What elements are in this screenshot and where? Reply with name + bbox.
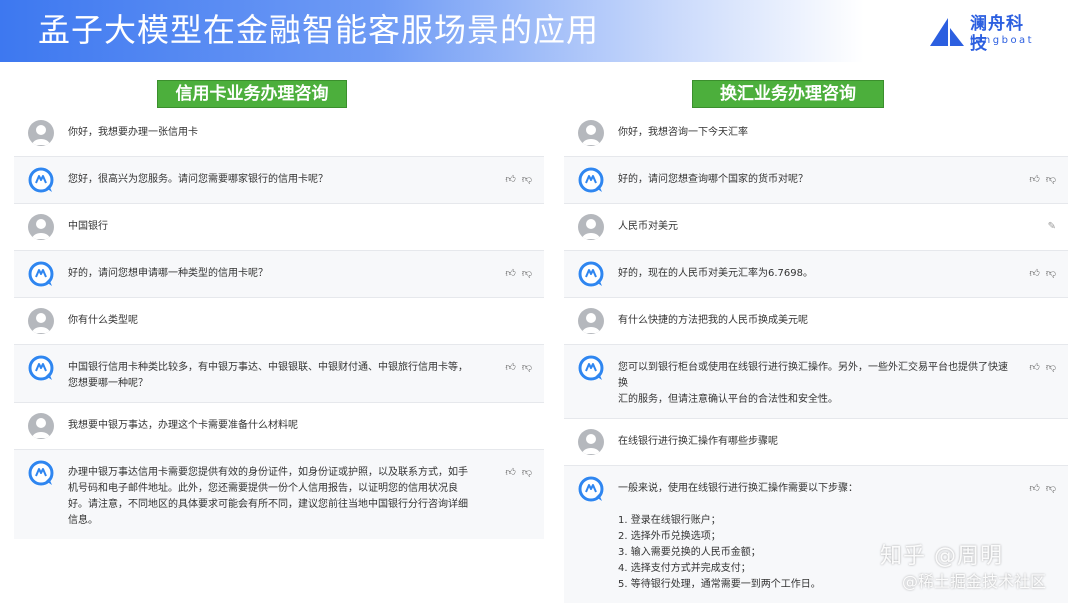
message-text: 你好，我想要办理一张信用卡 [68, 127, 198, 138]
header-banner: 孟子大模型在金融智能客服场景的应用 澜舟科技 langboat [0, 0, 1080, 62]
bot-avatar-icon [578, 167, 604, 193]
bot-message: 好的，现在的人民币对美元汇率为6.7698。 👍︎ 👎︎ [564, 250, 1068, 297]
message-text: 你好，我想咨询一下今天汇率 [618, 127, 748, 138]
message-text: 人民币对美元 [618, 221, 678, 232]
user-message: 有什么快捷的方法把我的人民币换成美元呢 [564, 297, 1068, 344]
bot-message: 您好，很高兴为您服务。请问您需要哪家银行的信用卡呢？ 👍︎ 👎︎ [14, 156, 544, 203]
message-text: 您可以到银行柜台或使用在线银行进行换汇操作。另外，一些外汇交易平台也提供了快速换… [618, 362, 1008, 405]
thumbs-down-icon[interactable]: 👎︎ [1046, 362, 1056, 374]
feedback-actions: 👍︎ 👎︎ [1029, 167, 1056, 186]
left-panel-title: 信用卡业务办理咨询 [157, 80, 347, 108]
thumbs-down-icon[interactable]: 👎︎ [1046, 268, 1056, 280]
thumbs-up-icon[interactable]: 👍︎ [1029, 174, 1039, 186]
thumbs-up-icon[interactable]: 👍︎ [1029, 268, 1039, 280]
watermark-juejin: @稀土掘金技术社区 [902, 572, 1047, 591]
thumbs-down-icon[interactable]: 👎︎ [1046, 174, 1056, 186]
user-avatar-icon [578, 308, 604, 334]
message-text: 中国银行信用卡种类比较多，有中银万事达、中银银联、中银财付通、中银旅行信用卡等，… [68, 362, 468, 389]
right-chat-panel: 你好，我想咨询一下今天汇率好的，请问您想查询哪个国家的货币对呢？ 👍︎ 👎︎ 人民币对… [564, 110, 1068, 603]
user-avatar-icon [28, 413, 54, 439]
thumbs-up-icon[interactable]: 👍︎ [505, 467, 515, 479]
feedback-actions: 👍︎ 👎︎ [1029, 355, 1056, 374]
bot-message: 中国银行信用卡种类比较多，有中银万事达、中银银联、中银财付通、中银旅行信用卡等，… [14, 344, 544, 402]
company-logo: 澜舟科技 langboat [928, 14, 1040, 54]
thumbs-up-icon[interactable]: 👍︎ [505, 174, 515, 186]
logo-text-en: langboat [970, 35, 1035, 46]
right-panel-title: 换汇业务办理咨询 [692, 80, 884, 108]
thumbs-down-icon[interactable]: 👎︎ [522, 174, 532, 186]
edit-icon[interactable]: ✎ [1048, 214, 1056, 232]
message-text: 办理中银万事达信用卡需要您提供有效的身份证件，如身份证或护照，以及联系方式，如手… [68, 467, 468, 526]
feedback-actions: 👍︎ 👎︎ [505, 355, 532, 374]
message-text: 我想要中银万事达，办理这个卡需要准备什么材料呢 [68, 420, 298, 431]
logo-text-cn: 澜舟科技 [970, 14, 1024, 54]
message-text: 有什么快捷的方法把我的人民币换成美元呢 [618, 315, 808, 326]
bot-avatar-icon [28, 261, 54, 287]
message-text: 好的，请问您想查询哪个国家的货币对呢？ [618, 174, 808, 185]
user-message: 中国银行 [14, 203, 544, 250]
feedback-actions: 👍︎ 👎︎ [1029, 261, 1056, 280]
thumbs-up-icon[interactable]: 👍︎ [505, 362, 515, 374]
user-avatar-icon [578, 120, 604, 146]
message-text: 您好，很高兴为您服务。请问您需要哪家银行的信用卡呢？ [68, 174, 328, 185]
thumbs-down-icon[interactable]: 👎︎ [522, 268, 532, 280]
user-avatar-icon [28, 308, 54, 334]
thumbs-up-icon[interactable]: 👍︎ [1029, 362, 1039, 374]
feedback-actions: 👍︎ 👎︎ [505, 167, 532, 186]
bot-avatar-icon [28, 355, 54, 381]
bot-message: 好的，请问您想查询哪个国家的货币对呢？ 👍︎ 👎︎ [564, 156, 1068, 203]
user-message: 人民币对美元 ✎ [564, 203, 1068, 250]
feedback-actions: 👍︎ 👎︎ [1029, 476, 1056, 495]
bot-avatar-icon [578, 476, 604, 502]
user-avatar-icon [28, 214, 54, 240]
user-message: 你有什么类型呢 [14, 297, 544, 344]
user-avatar-icon [578, 429, 604, 455]
left-chat-panel: 你好，我想要办理一张信用卡您好，很高兴为您服务。请问您需要哪家银行的信用卡呢？ 👍… [14, 110, 544, 539]
thumbs-down-icon[interactable]: 👎︎ [522, 362, 532, 374]
user-message: 我想要中银万事达，办理这个卡需要准备什么材料呢 [14, 402, 544, 449]
logo-mark-icon [930, 18, 964, 46]
thumbs-up-icon[interactable]: 👍︎ [505, 268, 515, 280]
message-text: 在线银行进行换汇操作有哪些步骤呢 [618, 436, 778, 447]
user-message: 你好，我想要办理一张信用卡 [14, 110, 544, 156]
thumbs-up-icon[interactable]: 👍︎ [1029, 483, 1039, 495]
page-title: 孟子大模型在金融智能客服场景的应用 [38, 11, 600, 49]
thumbs-down-icon[interactable]: 👎︎ [1046, 483, 1056, 495]
message-text: 你有什么类型呢 [68, 315, 138, 326]
bot-avatar-icon [28, 460, 54, 486]
message-text: 好的，现在的人民币对美元汇率为6.7698。 [618, 268, 813, 279]
user-avatar-icon [578, 214, 604, 240]
bot-message: 好的，请问您想申请哪一种类型的信用卡呢？ 👍︎ 👎︎ [14, 250, 544, 297]
bot-message: 您可以到银行柜台或使用在线银行进行换汇操作。另外，一些外汇交易平台也提供了快速换… [564, 344, 1068, 418]
bot-avatar-icon [578, 355, 604, 381]
feedback-actions: 👍︎ 👎︎ [505, 261, 532, 280]
bot-avatar-icon [28, 167, 54, 193]
bot-message: 办理中银万事达信用卡需要您提供有效的身份证件，如身份证或护照，以及联系方式，如手… [14, 449, 544, 539]
watermark-zhihu: 知乎 @周明 [880, 544, 1003, 569]
user-avatar-icon [28, 120, 54, 146]
thumbs-down-icon[interactable]: 👎︎ [522, 467, 532, 479]
feedback-actions: 👍︎ 👎︎ [505, 460, 532, 479]
user-message: 你好，我想咨询一下今天汇率 [564, 110, 1068, 156]
message-text: 中国银行 [68, 221, 108, 232]
user-message: 在线银行进行换汇操作有哪些步骤呢 [564, 418, 1068, 465]
message-text: 好的，请问您想申请哪一种类型的信用卡呢？ [68, 268, 268, 279]
bot-avatar-icon [578, 261, 604, 287]
